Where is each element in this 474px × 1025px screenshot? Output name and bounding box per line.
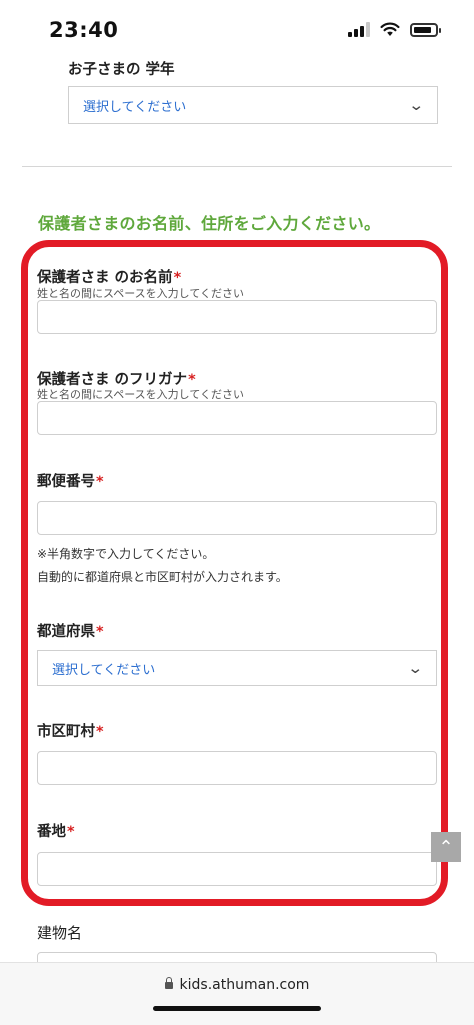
highlight-frame — [21, 240, 448, 906]
clock: 23:40 — [49, 18, 119, 42]
status-icons — [348, 22, 441, 37]
wifi-icon — [380, 22, 400, 36]
url-display[interactable]: kids.athuman.com — [0, 977, 474, 993]
scroll-top-button[interactable]: ⌃ — [431, 832, 461, 862]
chevron-down-icon: ⌄ — [408, 95, 425, 114]
child-grade-placeholder: 選択してください — [83, 99, 187, 115]
browser-address-bar[interactable]: kids.athuman.com — [0, 962, 474, 1025]
home-indicator — [153, 1006, 321, 1011]
url-text: kids.athuman.com — [179, 977, 310, 993]
building-label: 建物名 — [37, 924, 83, 942]
child-grade-label: お子さまの 学年 — [68, 62, 175, 78]
section-title: 保護者さまのお名前、住所をご入力ください。 — [38, 214, 381, 233]
child-grade-select[interactable]: 選択してください ⌄ — [68, 86, 438, 124]
lock-icon — [164, 977, 173, 989]
status-bar: 23:40 — [0, 0, 474, 60]
battery-icon — [410, 22, 441, 37]
section-divider — [22, 166, 452, 167]
signal-icon — [348, 22, 370, 37]
scroll-top-icon: ⌃ — [438, 836, 454, 858]
